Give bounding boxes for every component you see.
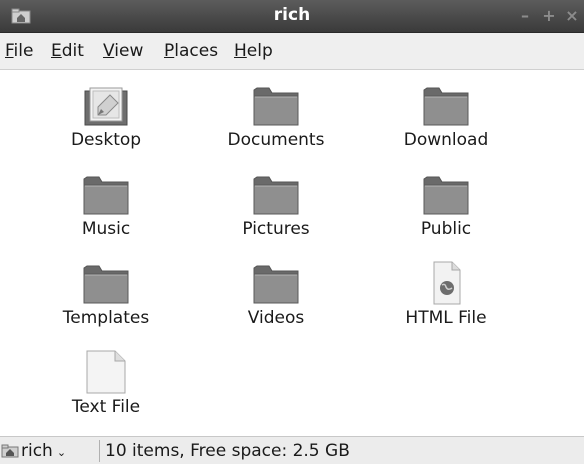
minimize-button[interactable]: –: [516, 7, 534, 25]
text-file-icon: [86, 350, 126, 394]
menu-help[interactable]: Help: [234, 41, 273, 61]
menu-view[interactable]: View: [103, 41, 143, 61]
close-button[interactable]: ×: [563, 7, 581, 25]
folder-icon: [423, 87, 469, 126]
item-public[interactable]: Public: [371, 172, 521, 239]
menu-places[interactable]: Places: [164, 41, 218, 61]
item-label: Music: [81, 219, 131, 239]
location-button[interactable]: rich ⌄: [1, 440, 66, 462]
folder-icon: [253, 265, 299, 304]
item-label: Desktop: [70, 130, 142, 150]
file-icon-view[interactable]: Desktop Documents Download Music Picture…: [0, 70, 584, 436]
item-text-file[interactable]: Text File: [31, 350, 181, 417]
location-label: rich: [21, 441, 53, 461]
window-title: rich: [273, 5, 311, 25]
item-download[interactable]: Download: [371, 83, 521, 150]
folder-icon: [253, 176, 299, 215]
item-label: HTML File: [405, 308, 487, 328]
item-label: Text File: [71, 397, 141, 417]
item-label: Public: [420, 219, 472, 239]
item-videos[interactable]: Videos: [201, 261, 351, 328]
item-desktop[interactable]: Desktop: [31, 83, 181, 150]
item-documents[interactable]: Documents: [201, 83, 351, 150]
item-pictures[interactable]: Pictures: [201, 172, 351, 239]
home-folder-icon: [1, 444, 19, 458]
folder-icon: [253, 87, 299, 126]
desktop-folder-icon: [84, 87, 128, 126]
menu-edit[interactable]: Edit: [51, 41, 84, 61]
title-bar[interactable]: rich – + ×: [0, 0, 584, 33]
maximize-button[interactable]: +: [540, 7, 558, 25]
item-music[interactable]: Music: [31, 172, 181, 239]
html-file-icon: [433, 261, 461, 305]
item-label: Documents: [227, 130, 325, 150]
menu-file[interactable]: File: [5, 41, 33, 61]
status-separator: [99, 440, 100, 462]
item-label: Pictures: [242, 219, 310, 239]
item-html-file[interactable]: HTML File: [371, 261, 521, 328]
item-label: Videos: [247, 308, 305, 328]
item-label: Templates: [62, 308, 150, 328]
status-bar: rich ⌄ 10 items, Free space: 2.5 GB: [0, 436, 584, 464]
folder-icon: [423, 176, 469, 215]
status-info: 10 items, Free space: 2.5 GB: [105, 441, 350, 461]
menu-bar: File Edit View Places Help: [0, 33, 584, 70]
item-templates[interactable]: Templates: [31, 261, 181, 328]
folder-icon: [83, 176, 129, 215]
folder-icon: [83, 265, 129, 304]
chevron-down-icon: ⌄: [56, 445, 67, 459]
item-label: Download: [403, 130, 489, 150]
